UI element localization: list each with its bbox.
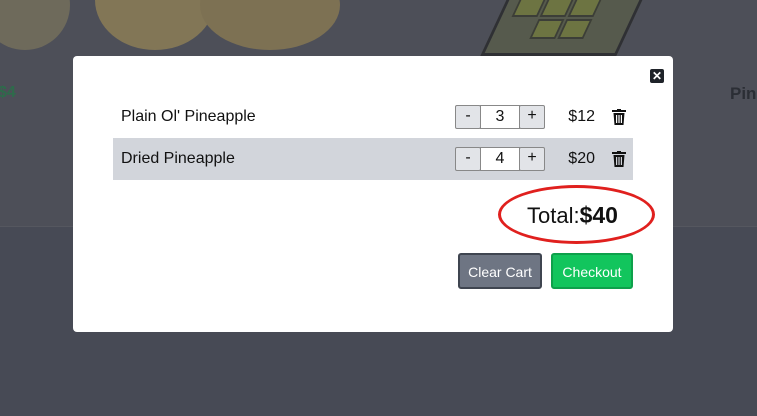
cart-item-name: Dried Pineapple [121,150,235,167]
cart-item-name: Plain Ol' Pineapple [121,108,256,125]
cart-item-row: Plain Ol' Pineapple - 3 + $12 [113,96,633,138]
clear-cart-button[interactable]: Clear Cart [458,253,542,289]
trash-icon[interactable] [612,151,626,167]
cart-item-price: $20 [568,150,595,167]
cart-modal: ✕ Plain Ol' Pineapple - 3 + $12 Dried Pi… [73,56,673,332]
quantity-input[interactable]: 4 [480,147,520,171]
background-product-name: Pin [730,84,757,103]
highlight-annotation [498,185,655,244]
trash-icon[interactable] [612,109,626,125]
decrement-button[interactable]: - [455,105,481,129]
quantity-stepper: - 3 + [455,105,545,129]
cart-item-row: Dried Pineapple - 4 + $20 [113,138,633,180]
decrement-button[interactable]: - [455,147,481,171]
cart-item-price: $12 [568,108,595,125]
quantity-input[interactable]: 3 [480,105,520,129]
background-product-price: $4 [0,84,16,101]
checkout-button[interactable]: Checkout [551,253,633,289]
close-icon[interactable]: ✕ [650,69,664,83]
quantity-stepper: - 4 + [455,147,545,171]
increment-button[interactable]: + [519,105,545,129]
increment-button[interactable]: + [519,147,545,171]
